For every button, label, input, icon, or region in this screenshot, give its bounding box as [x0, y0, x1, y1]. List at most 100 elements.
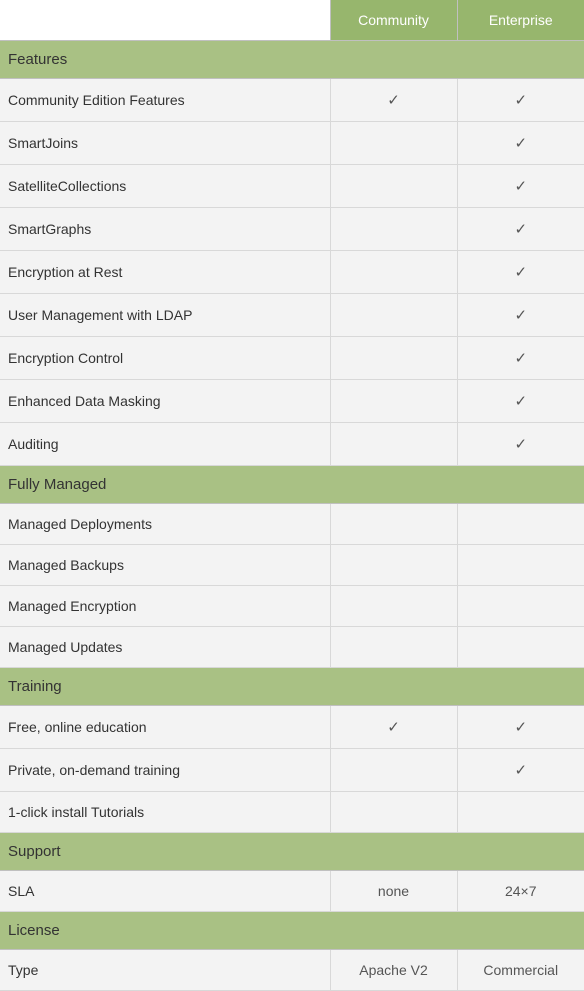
check-icon: ✓: [387, 719, 400, 736]
section-title: Training: [0, 668, 584, 706]
row-label: Private, on-demand training: [0, 749, 330, 792]
row-cell: [457, 504, 584, 545]
table-row: Managed Deployments: [0, 504, 584, 545]
row-label: SatelliteCollections: [0, 165, 330, 208]
check-icon: ✓: [514, 436, 527, 453]
row-label: SmartGraphs: [0, 208, 330, 251]
row-cell: [330, 504, 457, 545]
row-cell: ✓: [457, 208, 584, 251]
row-cell: [457, 545, 584, 586]
check-icon: ✓: [514, 350, 527, 367]
check-icon: ✓: [514, 178, 527, 195]
row-label: Managed Backups: [0, 545, 330, 586]
row-cell: [330, 749, 457, 792]
table-row: SatelliteCollections ✓: [0, 165, 584, 208]
row-cell: [330, 122, 457, 165]
section-header: Features: [0, 41, 584, 79]
row-cell: [330, 586, 457, 627]
row-cell: ✓: [457, 294, 584, 337]
table-row: Managed Updates: [0, 627, 584, 668]
check-icon: ✓: [514, 307, 527, 324]
section-header: Training: [0, 668, 584, 706]
row-cell: [330, 792, 457, 833]
row-label: Enhanced Data Masking: [0, 380, 330, 423]
table-row: Managed Encryption: [0, 586, 584, 627]
row-cell: [330, 545, 457, 586]
table-row: SLAnone24×7: [0, 871, 584, 912]
section-header: License: [0, 912, 584, 950]
table-row: Encryption Control ✓: [0, 337, 584, 380]
row-cell: [330, 380, 457, 423]
row-cell: [330, 294, 457, 337]
table-row: Free, online education ✓ ✓: [0, 706, 584, 749]
row-label: Auditing: [0, 423, 330, 466]
section-title: Fully Managed: [0, 466, 584, 504]
comparison-table: Community Enterprise FeaturesCommunity E…: [0, 0, 584, 991]
row-cell: ✓: [457, 251, 584, 294]
row-label: User Management with LDAP: [0, 294, 330, 337]
row-cell: [330, 208, 457, 251]
check-icon: ✓: [514, 719, 527, 736]
row-label: Managed Updates: [0, 627, 330, 668]
table-row: Community Edition Features ✓ ✓: [0, 79, 584, 122]
section-header: Support: [0, 833, 584, 871]
table-row: Private, on-demand training ✓: [0, 749, 584, 792]
column-header: Community: [330, 0, 457, 41]
row-cell: ✓: [457, 165, 584, 208]
check-icon: ✓: [514, 221, 527, 238]
row-cell: [330, 627, 457, 668]
row-label: 1-click install Tutorials: [0, 792, 330, 833]
row-cell: [330, 423, 457, 466]
row-cell: [330, 165, 457, 208]
row-label: Managed Deployments: [0, 504, 330, 545]
row-label: SLA: [0, 871, 330, 912]
row-cell: [457, 792, 584, 833]
row-cell: ✓: [457, 337, 584, 380]
row-cell: ✓: [457, 749, 584, 792]
table-row: Auditing ✓: [0, 423, 584, 466]
row-label: Encryption Control: [0, 337, 330, 380]
check-icon: ✓: [514, 762, 527, 779]
row-label: Free, online education: [0, 706, 330, 749]
check-icon: ✓: [514, 264, 527, 281]
row-cell: Commercial: [457, 950, 584, 991]
table-row: TypeApache V2Commercial: [0, 950, 584, 991]
table-row: Encryption at Rest ✓: [0, 251, 584, 294]
empty-corner: [0, 0, 330, 41]
row-cell: Apache V2: [330, 950, 457, 991]
table-row: Enhanced Data Masking ✓: [0, 380, 584, 423]
row-cell: ✓: [457, 706, 584, 749]
column-header: Enterprise: [457, 0, 584, 41]
row-cell: 24×7: [457, 871, 584, 912]
row-cell: [457, 586, 584, 627]
row-cell: ✓: [330, 79, 457, 122]
section-title: Support: [0, 833, 584, 871]
column-header-row: Community Enterprise: [0, 0, 584, 41]
table-row: User Management with LDAP ✓: [0, 294, 584, 337]
table-row: 1-click install Tutorials: [0, 792, 584, 833]
check-icon: ✓: [514, 393, 527, 410]
check-icon: ✓: [387, 92, 400, 109]
row-cell: [457, 627, 584, 668]
section-title: Features: [0, 41, 584, 79]
section-title: License: [0, 912, 584, 950]
row-cell: ✓: [457, 423, 584, 466]
row-label: SmartJoins: [0, 122, 330, 165]
row-cell: ✓: [330, 706, 457, 749]
row-cell: ✓: [457, 380, 584, 423]
table-row: SmartJoins ✓: [0, 122, 584, 165]
row-cell: [330, 337, 457, 380]
row-label: Encryption at Rest: [0, 251, 330, 294]
row-cell: ✓: [457, 79, 584, 122]
check-icon: ✓: [514, 135, 527, 152]
table-row: SmartGraphs ✓: [0, 208, 584, 251]
check-icon: ✓: [514, 92, 527, 109]
table-row: Managed Backups: [0, 545, 584, 586]
row-cell: ✓: [457, 122, 584, 165]
row-label: Type: [0, 950, 330, 991]
section-header: Fully Managed: [0, 466, 584, 504]
row-cell: [330, 251, 457, 294]
row-label: Managed Encryption: [0, 586, 330, 627]
row-label: Community Edition Features: [0, 79, 330, 122]
row-cell: none: [330, 871, 457, 912]
